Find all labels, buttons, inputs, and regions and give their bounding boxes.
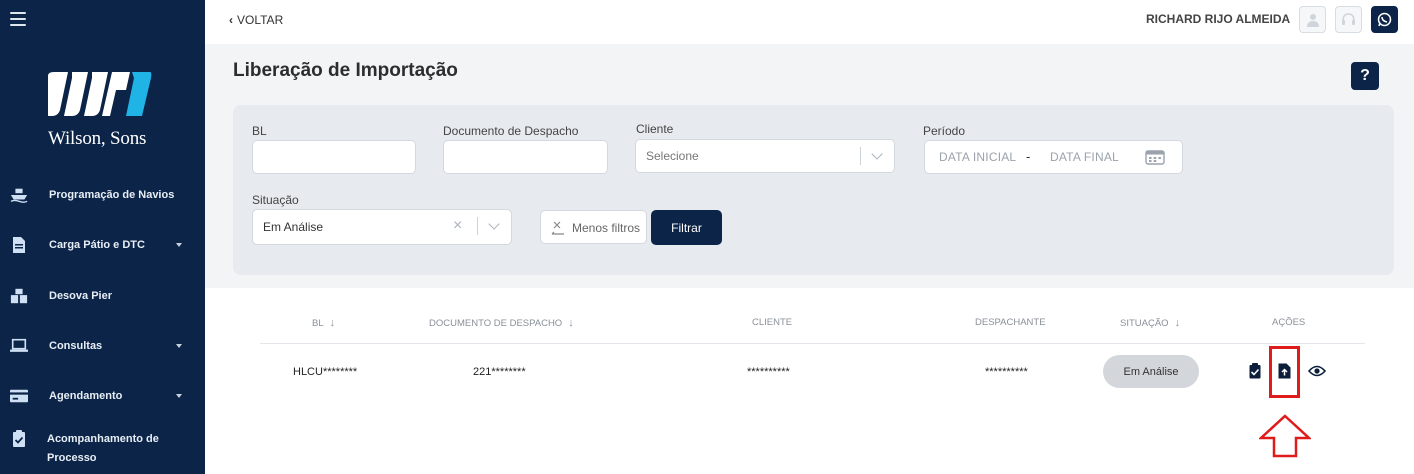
column-header-documento[interactable]: DOCUMENTO DE DESPACHO ↓ [429, 317, 574, 329]
support-button[interactable] [1335, 6, 1362, 33]
situacao-value: Em Análise [263, 220, 324, 234]
sidebar: Wilson, Sons Programação de Navios Carga… [0, 0, 205, 474]
caret-down-icon [176, 243, 182, 247]
sidebar-item-acompanhamento[interactable]: Acompanhamento de Processo [0, 430, 205, 468]
clipboard-check-icon[interactable] [1247, 362, 1263, 380]
sort-arrow-icon: ↓ [1174, 317, 1181, 329]
documento-label: Documento de Despacho [443, 124, 579, 138]
sidebar-item-label-line2: Processo [47, 452, 97, 464]
column-header-label: DESPACHANTE [975, 317, 1046, 328]
main-content: Liberação de Importação ? BL Documento d… [205, 44, 1414, 474]
headset-icon [1342, 13, 1355, 25]
situacao-label: Situação [252, 193, 299, 207]
column-header-bl[interactable]: BL ↓ [312, 317, 335, 329]
back-link[interactable]: ‹ VOLTAR [229, 13, 283, 27]
help-button[interactable]: ? [1351, 62, 1379, 90]
column-header-label: DOCUMENTO DE DESPACHO [429, 317, 563, 329]
profile-button[interactable] [1299, 6, 1326, 33]
filter-button[interactable]: Filtrar [651, 210, 722, 245]
header-divider [260, 343, 1365, 344]
bl-input[interactable] [252, 140, 416, 174]
results-table: BL ↓ DOCUMENTO DE DESPACHO ↓ CLIENTE DES… [205, 288, 1414, 474]
clipboard-check-icon [10, 430, 28, 448]
eye-icon[interactable] [1308, 362, 1326, 380]
less-filters-button[interactable]: Menos filtros [540, 210, 647, 244]
cell-cliente: ********** [747, 366, 790, 378]
caret-down-icon [176, 344, 182, 348]
sidebar-item-label: Consultas [49, 340, 103, 352]
sidebar-item-label-line1: Acompanhamento de [47, 433, 159, 445]
filter-toggle-icon [551, 221, 565, 240]
data-inicial-placeholder: DATA INICIAL [939, 150, 1017, 164]
sidebar-item-label: Agendamento [49, 390, 123, 402]
sidebar-item-desova-pier[interactable]: Desova Pier [0, 278, 205, 314]
periodo-label: Período [923, 124, 966, 138]
chevron-down-icon [871, 148, 883, 160]
sidebar-item-label: Programação de Navios [49, 189, 175, 201]
sidebar-item-label: Acompanhamento de Processo [47, 430, 159, 468]
column-header-label: AÇÕES [1272, 317, 1306, 328]
column-header-label: CLIENTE [752, 317, 793, 328]
column-header-despachante: DESPACHANTE [975, 317, 1046, 328]
select-separator [860, 147, 861, 165]
sort-arrow-icon: ↓ [329, 317, 336, 329]
cliente-placeholder: Selecione [646, 149, 699, 163]
laptop-icon [10, 337, 28, 355]
sort-arrow-icon: ↓ [568, 317, 574, 329]
caret-down-icon [176, 394, 182, 398]
user-icon [1306, 13, 1319, 27]
column-header-label: BL [312, 317, 324, 329]
less-filters-label: Menos filtros [572, 221, 641, 235]
chevron-left-icon: ‹ [229, 13, 233, 27]
sidebar-item-programacao-navios[interactable]: Programação de Navios [0, 177, 205, 213]
periodo-date-range[interactable]: DATA INICIAL - DATA FINAL [924, 140, 1183, 174]
whatsapp-icon [1377, 12, 1392, 27]
cliente-label: Cliente [636, 122, 674, 136]
date-separator: - [1026, 149, 1031, 164]
status-badge: Em Análise [1103, 355, 1199, 388]
user-name: RICHARD RIJO ALMEIDA [1146, 12, 1291, 26]
brand-name: Wilson, Sons [48, 128, 147, 149]
hamburger-menu-icon[interactable] [10, 12, 26, 26]
document-icon [10, 236, 28, 254]
whatsapp-button[interactable] [1371, 6, 1398, 33]
boxes-icon [10, 287, 28, 305]
sidebar-item-carga-patio[interactable]: Carga Pátio e DTC [0, 227, 205, 263]
back-label: VOLTAR [237, 13, 284, 27]
cell-documento: 221******** [473, 366, 526, 378]
clear-icon[interactable]: × [453, 217, 462, 235]
column-header-acoes: AÇÕES [1272, 317, 1305, 328]
cliente-select[interactable]: Selecione [635, 139, 895, 173]
sidebar-item-agendamento[interactable]: Agendamento [0, 378, 205, 414]
calendar-icon[interactable] [1145, 149, 1165, 168]
wilson-sons-logo [46, 70, 156, 120]
cell-bl: HLCU******** [293, 366, 358, 378]
column-header-cliente: CLIENTE [752, 317, 792, 328]
column-header-label: SITUAÇÃO [1120, 317, 1169, 329]
sidebar-item-label: Desova Pier [49, 290, 112, 302]
top-header: ‹ VOLTAR RICHARD RIJO ALMEIDA [205, 0, 1414, 44]
sidebar-item-consultas[interactable]: Consultas [0, 328, 205, 364]
data-final-placeholder: DATA FINAL [1050, 150, 1119, 164]
sidebar-item-label: Carga Pátio e DTC [49, 239, 145, 251]
documento-input[interactable] [443, 140, 608, 174]
select-separator [477, 217, 478, 235]
column-header-situacao[interactable]: SITUAÇÃO ↓ [1120, 317, 1180, 329]
situacao-select[interactable]: Em Análise × [252, 209, 512, 245]
annotation-arrow-up-icon [1257, 414, 1313, 463]
page-title: Liberação de Importação [233, 60, 458, 81]
bl-label: BL [252, 124, 267, 138]
cell-despachante: ********** [985, 366, 1028, 378]
card-icon [10, 387, 28, 405]
chevron-down-icon [488, 218, 500, 230]
highlight-annotation-box [1269, 346, 1300, 398]
ship-icon [10, 186, 28, 204]
filter-panel: BL Documento de Despacho Cliente Selecio… [233, 105, 1394, 275]
